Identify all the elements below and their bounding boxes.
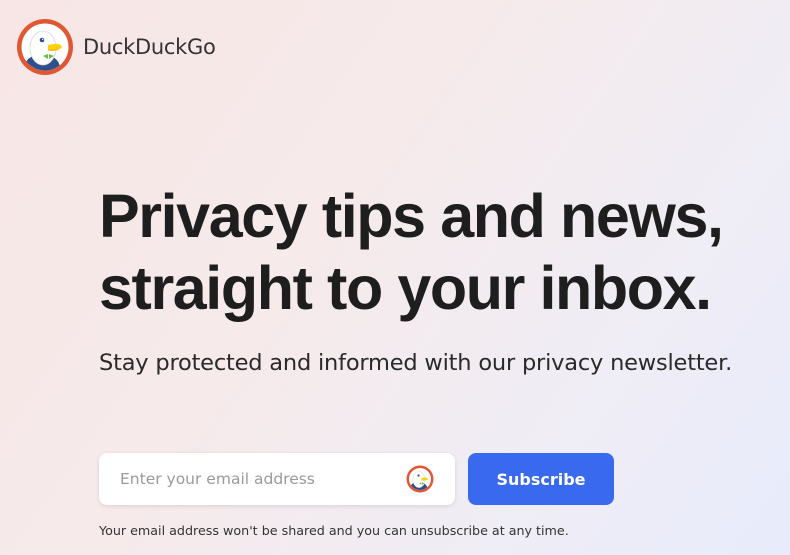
duckduckgo-duck-icon — [17, 19, 73, 75]
privacy-disclaimer: Your email address won't be shared and y… — [99, 523, 569, 538]
headline-line-2: straight to your inbox. — [99, 254, 712, 322]
page-subtitle: Stay protected and informed with our pri… — [99, 350, 733, 376]
brand-logo[interactable]: DuckDuckGo — [16, 18, 216, 76]
duckduckgo-logo-icon — [406, 465, 434, 493]
headline-line-1: Privacy tips and news, — [99, 182, 724, 250]
email-field-container — [99, 453, 455, 505]
subscribe-button[interactable]: Subscribe — [468, 453, 614, 505]
page-headline: Privacy tips and news, straight to your … — [99, 180, 789, 324]
brand-name: DuckDuckGo — [83, 35, 216, 59]
email-input[interactable] — [99, 453, 406, 505]
